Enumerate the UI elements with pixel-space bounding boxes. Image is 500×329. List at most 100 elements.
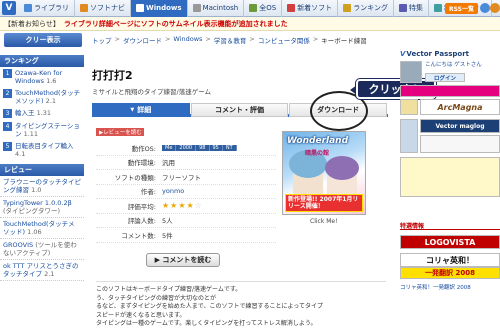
ippatsu-honyaku-banner[interactable]: 一発翻訳 2008 [400, 267, 500, 279]
tab-details[interactable]: ▼ 詳細 [92, 103, 190, 117]
ranking-item-version: 2.1 [45, 97, 56, 105]
tab-comments[interactable]: コメント・評価 [190, 103, 289, 117]
tree-view-button[interactable]: クリー表示 [4, 33, 82, 47]
nav-tab-3[interactable]: Macintosh [188, 0, 245, 17]
breadcrumb-item[interactable]: ダウンロード [123, 35, 162, 45]
help-icon[interactable] [480, 3, 490, 13]
ranking-item[interactable]: 3 輪入王 1.31 [0, 107, 84, 120]
review-item[interactable]: GROOVIS (ツールを使わないアクティブ) [0, 239, 84, 260]
boxart-title: Wonderland [287, 136, 349, 146]
review-item-name[interactable]: ブラウニーのタッチタイピング練習 [3, 178, 81, 194]
read-review-button[interactable]: ▶レビューを読む [96, 128, 144, 136]
ranking-item-text: 日転表目タイプ輪入 4.1 [15, 142, 81, 158]
info-message[interactable]: ライブラリ詳細ページにソフトのサムネイル表示機能が追加されました [64, 19, 288, 29]
breadcrumb-bar: クリー表示 トップ > ダウンロード > Windows > 学習＆教育 > コンピュータ関係 >… [0, 31, 500, 49]
ranking-item[interactable]: 2 TouchMethod(タッチメソッド) 2.1 [0, 87, 84, 107]
os-list: Me 2000 98 95 NT [162, 144, 237, 151]
library-icon [24, 4, 32, 12]
maglog-logo[interactable]: Vector maglog [420, 119, 500, 133]
star-icon: ★ [178, 201, 187, 211]
rank-number: 3 [3, 109, 12, 118]
info-label: コメント数: [121, 231, 156, 240]
review-item-name[interactable]: TypingTower 1.0.0.2β [3, 199, 72, 207]
breadcrumb-item[interactable]: キーボード練習 [321, 35, 367, 45]
os-badge: Me [162, 144, 177, 151]
review-item-name[interactable]: GROOVIS [3, 241, 33, 249]
review-item[interactable]: ok TTT アリスとうさぎのタッチタイプ 2.1 [0, 260, 84, 281]
review-list: ブラウニーのタッチタイピング練習 1.0 TypingTower 1.0.0.2β… [0, 176, 84, 281]
avatar [400, 61, 422, 83]
vector-logo[interactable]: V [2, 1, 16, 15]
description-line: るなど、まずタイピングを始めた人まで、このソフトで練習することによってタイプ [96, 303, 323, 310]
nav-tab-7[interactable]: 特集 [394, 0, 429, 17]
nav-tab-1[interactable]: ソフトナビ [75, 0, 131, 17]
character-left [289, 150, 327, 196]
nav-tab-label: 新着ソフト [297, 4, 333, 12]
arcmagna-logo[interactable]: ArcMagna [420, 99, 500, 115]
logovista-banner[interactable]: LOGOVISTA [400, 235, 500, 249]
nav-tabs: ライブラリ ソフトナビ Windows Macintosh 全OS 新着ソフト ランキング 特… [19, 0, 492, 17]
right-ad-text[interactable]: コリャ英和！一発翻訳 2008 [400, 285, 500, 292]
ranking-item-version: 1.11 [23, 130, 39, 138]
tab-details-label: 詳細 [137, 106, 152, 114]
login-button[interactable]: ログイン [425, 73, 465, 82]
nav-tab-4[interactable]: 全OS [244, 0, 283, 17]
korya-eiwa-banner[interactable]: コリャ英和！ [400, 253, 500, 267]
ranking-icon [343, 4, 352, 12]
breadcrumb-item[interactable]: 学習＆教育 [214, 35, 247, 45]
info-value: 汎用 [162, 159, 175, 168]
main-content: 打打打2 ミサイルと飛翔のタイプ練習/落速ゲーム ▼ 詳細 コメント・評価 ダウン… [92, 55, 436, 327]
ad-thumb[interactable] [400, 99, 418, 115]
boxart-image[interactable]: Wonderland 暗黒の館 新作登場!! 2007年1月リリース開催！ [282, 131, 366, 215]
review-header: レビュー [0, 164, 84, 176]
star-icon: ★ [186, 201, 195, 211]
nav-tab-5[interactable]: 新着ソフト [282, 0, 339, 17]
review-item[interactable]: TypingTower 1.0.0.2β (タイピングタワー) [0, 197, 84, 218]
nav-tab-2[interactable]: Windows [131, 0, 188, 17]
ranking-item-name[interactable]: 日転表目タイプ輪入 [15, 142, 74, 150]
info-row: 動作環境: 汎用 [96, 156, 276, 170]
rank-number: 1 [3, 69, 12, 78]
ranking-item[interactable]: 4 タイピングステーション 1.11 [0, 120, 84, 140]
breadcrumb-item[interactable]: コンピュータ関係 [258, 35, 310, 45]
maglog-promo[interactable] [420, 135, 500, 153]
ranking-item-text: 輪入王 1.31 [15, 109, 51, 117]
home-icon[interactable] [490, 3, 500, 13]
nav-tab-label: ライブラリ [34, 4, 69, 12]
rss-button[interactable]: RSS一覧 [445, 3, 478, 14]
ranking-item[interactable]: 5 日転表目タイプ輪入 4.1 [0, 140, 84, 160]
ranking-item[interactable]: 1 Ozawa-Ken for Windows 1.6 [0, 67, 84, 87]
info-value[interactable]: yonmo [162, 187, 184, 195]
review-item[interactable]: TouchMethod(タッチメソッド) 1.06 [0, 218, 84, 239]
nav-tab-6[interactable]: ランキング [338, 0, 394, 17]
star-icon: ☆ [194, 201, 203, 211]
nav-tab-label: 特集 [408, 4, 423, 12]
ad-character-banner[interactable] [400, 157, 500, 197]
ranking-item-name[interactable]: 輪入王 [15, 109, 35, 117]
read-comments-button[interactable]: ▶ コメントを読む [146, 253, 220, 267]
info-value: フリーソフト [162, 173, 201, 182]
ad-banner-pink[interactable] [400, 85, 500, 97]
breadcrumb-item[interactable]: Windows [173, 35, 202, 45]
mac-icon [192, 4, 201, 12]
review-item[interactable]: ブラウニーのタッチタイピング練習 1.0 [0, 176, 84, 197]
click-me-label[interactable]: Click Me! [310, 218, 337, 225]
nav-tab-label: Windows [146, 4, 182, 12]
nav-tab-0[interactable]: ライブラリ [19, 0, 75, 17]
breadcrumb-separator: > [205, 35, 211, 43]
review-item-version: 1.06 [27, 228, 42, 236]
breadcrumb-separator: > [312, 35, 319, 43]
info-row: 評価平均: ★★★★☆ [96, 199, 276, 214]
breadcrumb-separator: > [249, 35, 255, 43]
ranking-item-version: 1.31 [36, 109, 52, 117]
os-badge: 95 [210, 144, 223, 151]
vector-passport[interactable]: V Vector Passport [400, 49, 500, 59]
breadcrumb-item[interactable]: トップ [92, 35, 112, 45]
ad-thumb-2[interactable] [400, 119, 418, 153]
info-table: 動作OS: Me 2000 98 95 NT 動作環境: 汎用 ソフトの種類: フリーソフト 作者:… [96, 141, 276, 243]
os-badge: 2000 [176, 144, 197, 151]
breadcrumb-separator: > [114, 35, 120, 43]
navi-icon [80, 4, 88, 12]
review-item-name[interactable]: ok TTT アリスとうさぎのタッチタイプ [3, 262, 79, 278]
description-line: このソフトはキーボードタイプ練習/落速ゲームです。 [96, 286, 242, 293]
